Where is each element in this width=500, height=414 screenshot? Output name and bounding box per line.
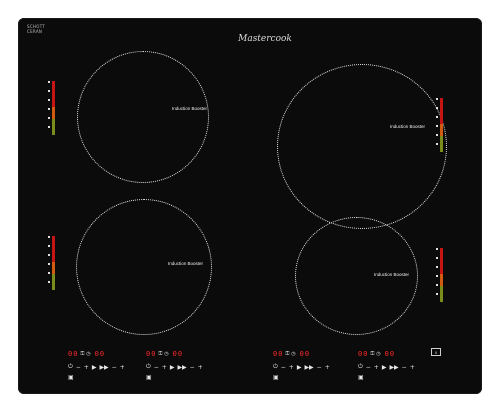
zone-label: Induction Booster xyxy=(172,106,208,111)
control-panel-1: 00 ⚿ ◷ 00 ⏻ − + ▶ ▶▶ − + ▣ xyxy=(68,349,130,385)
timer-icon[interactable]: ◷ xyxy=(164,351,168,357)
minus-button[interactable]: − xyxy=(190,364,195,371)
glass-mark-line: CERAN xyxy=(27,29,43,34)
meter-red-segment xyxy=(52,81,55,107)
control-panel-2: 00 ⚿ ◷ 00 ⏻ − + ▶ ▶▶ − + ▣ xyxy=(146,349,208,385)
meter-red-segment xyxy=(52,236,55,262)
plus-button[interactable]: + xyxy=(374,364,379,371)
zone-label: Induction Booster xyxy=(390,124,426,129)
plus-button[interactable]: + xyxy=(325,364,330,371)
timer-display: 00 xyxy=(273,350,284,358)
minus-button[interactable]: − xyxy=(402,364,407,371)
power-icon[interactable]: ⏻ xyxy=(273,363,278,371)
timer-icon[interactable]: ◷ xyxy=(86,351,90,357)
power-display: 00 xyxy=(172,350,184,358)
plus-button[interactable]: + xyxy=(162,364,167,371)
zone-select-icon[interactable]: ▣ xyxy=(358,374,364,381)
brand-logo: Mastercook xyxy=(238,34,292,44)
meter-green-segment xyxy=(52,274,55,290)
cooking-zone-top-left[interactable] xyxy=(77,51,209,183)
super-boost-button[interactable]: ▶▶ xyxy=(389,364,398,371)
meter-green-segment xyxy=(52,119,55,135)
boost-button[interactable]: ▶ xyxy=(382,364,387,371)
minus-button[interactable]: − xyxy=(112,364,117,371)
meter-green-segment xyxy=(440,286,443,302)
super-boost-button[interactable]: ▶▶ xyxy=(304,364,313,371)
minus-button[interactable]: − xyxy=(366,364,371,371)
plus-button[interactable]: + xyxy=(198,364,203,371)
timer-icon[interactable]: ◷ xyxy=(291,351,295,357)
timer-icon[interactable]: ◷ xyxy=(376,351,380,357)
boost-button[interactable]: ▶ xyxy=(170,364,175,371)
power-meter-bottom-right[interactable] xyxy=(436,248,443,302)
control-panel-4: 00 ⚿ ◷ 00 ⏻ − + ▶ ▶▶ − + ▣ xyxy=(358,349,420,385)
boost-button[interactable]: ▶ xyxy=(92,364,97,371)
meter-orange-segment xyxy=(52,262,55,274)
lock-icon[interactable]: ⚿ xyxy=(370,351,374,357)
boost-button[interactable]: ▶ xyxy=(297,364,302,371)
lock-icon[interactable]: ⚿ xyxy=(285,351,289,357)
power-meter-bottom-left[interactable] xyxy=(48,236,55,290)
plus-button[interactable]: + xyxy=(120,364,125,371)
minus-button[interactable]: − xyxy=(76,364,81,371)
plus-button[interactable]: + xyxy=(84,364,89,371)
meter-green-segment xyxy=(440,136,443,152)
meter-red-segment xyxy=(440,98,443,124)
power-display: 00 xyxy=(384,350,396,358)
zone-select-icon[interactable]: ▣ xyxy=(273,374,279,381)
power-icon[interactable]: ⏻ xyxy=(68,363,73,371)
zone-label: Induction Booster xyxy=(168,261,204,266)
super-boost-button[interactable]: ▶▶ xyxy=(177,364,186,371)
power-meter-top-right[interactable] xyxy=(436,98,443,152)
power-icon[interactable]: ⏻ xyxy=(358,363,363,371)
power-display: 00 xyxy=(94,350,106,358)
glass-mark: SCHOTT CERAN xyxy=(27,24,47,46)
control-panel-3: 00 ⚿ ◷ 00 ⏻ − + ▶ ▶▶ − + ▣ xyxy=(273,349,335,385)
lock-icon[interactable]: ⚿ xyxy=(158,351,162,357)
timer-display: 00 xyxy=(358,350,369,358)
super-boost-button[interactable]: ▶▶ xyxy=(99,364,108,371)
zone-select-icon[interactable]: ▣ xyxy=(146,374,152,381)
minus-button[interactable]: − xyxy=(281,364,286,371)
minus-button[interactable]: − xyxy=(317,364,322,371)
power-display: 00 xyxy=(299,350,311,358)
cooking-zone-top-right[interactable] xyxy=(277,64,447,229)
minus-button[interactable]: − xyxy=(154,364,159,371)
meter-orange-segment xyxy=(52,107,55,119)
meter-orange-segment xyxy=(440,124,443,136)
timer-display: 00 xyxy=(68,350,79,358)
power-icon[interactable]: ⏻ xyxy=(146,363,151,371)
power-meter-top-left[interactable] xyxy=(48,81,55,135)
plus-button[interactable]: + xyxy=(410,364,415,371)
induction-cooktop: SCHOTT CERAN Mastercook Induction Booste… xyxy=(18,18,482,394)
plus-button[interactable]: + xyxy=(289,364,294,371)
meter-orange-segment xyxy=(440,274,443,286)
zone-select-icon[interactable]: ▣ xyxy=(68,374,74,381)
lock-icon[interactable]: ⚿ xyxy=(80,351,84,357)
meter-red-segment xyxy=(440,248,443,274)
zone-label: Induction Booster xyxy=(374,272,410,277)
cooking-zone-bottom-left[interactable] xyxy=(76,199,212,335)
pause-button[interactable]: II xyxy=(431,348,441,356)
timer-display: 00 xyxy=(146,350,157,358)
